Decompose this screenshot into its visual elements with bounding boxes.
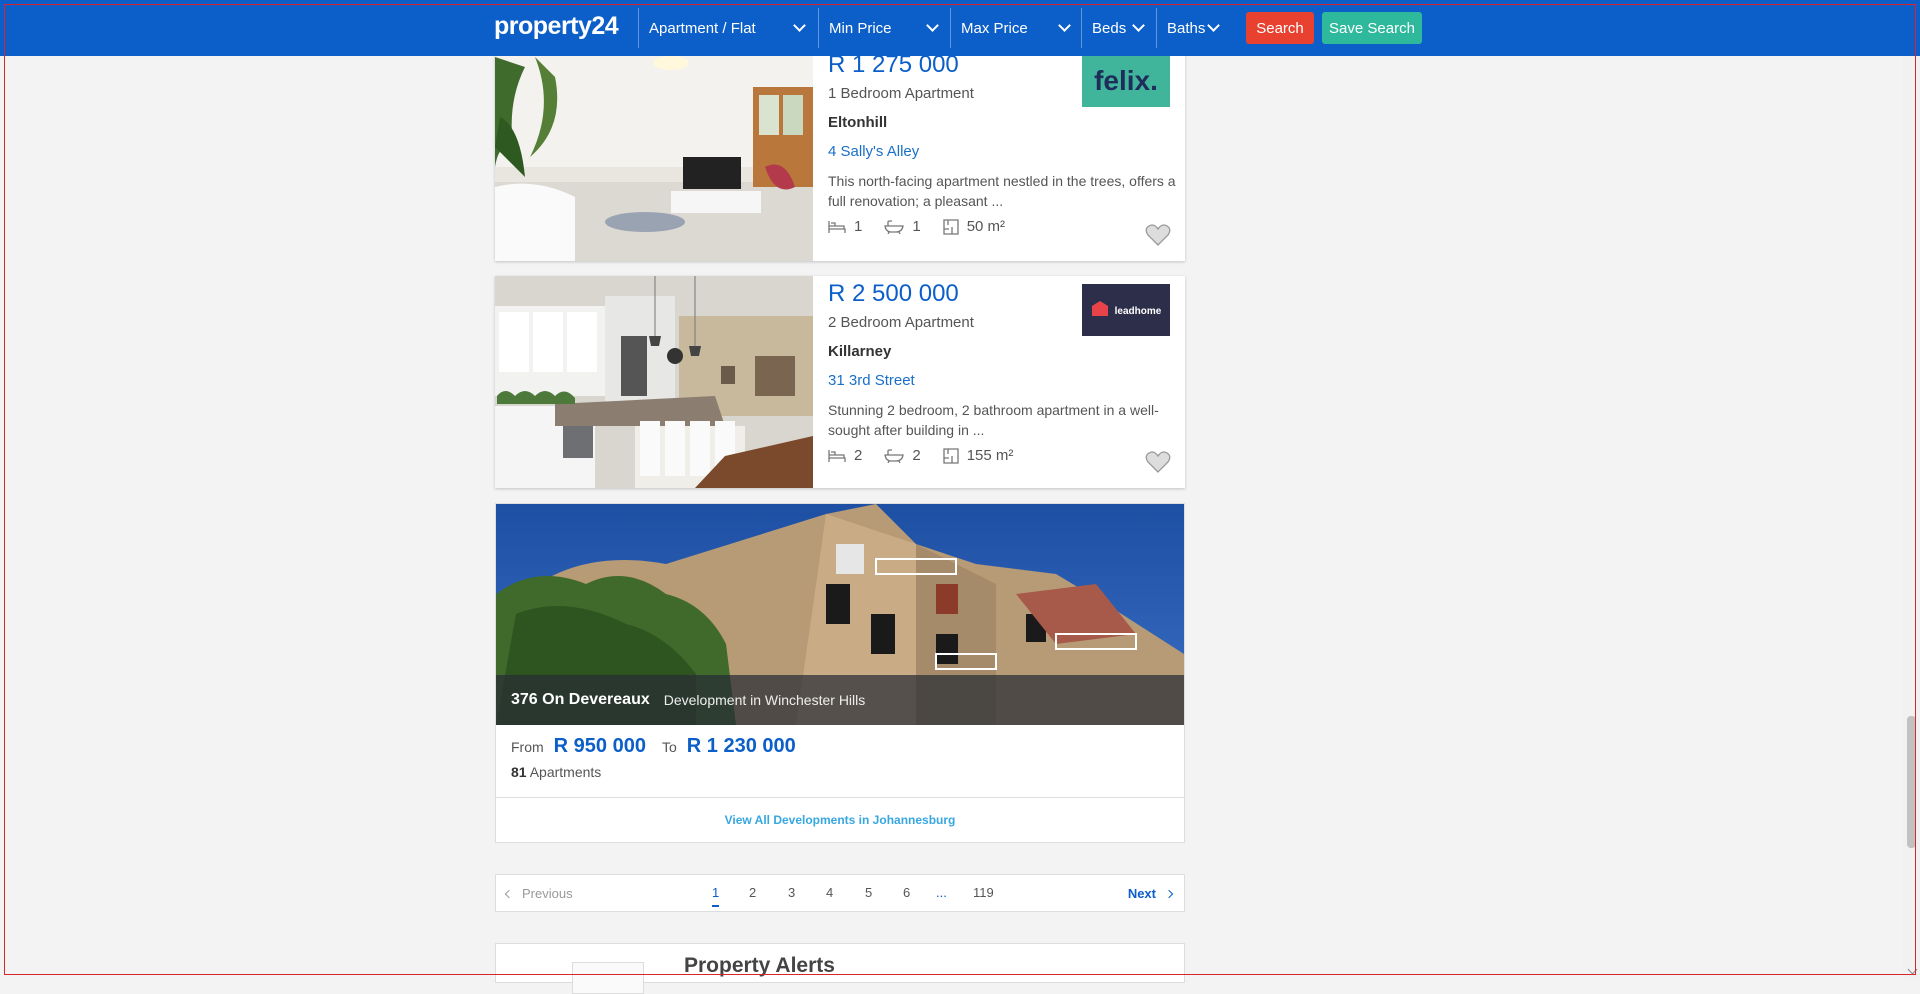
baths-value: Baths bbox=[1167, 19, 1206, 37]
listing-suburb: Killarney bbox=[828, 343, 892, 360]
listing-photo[interactable] bbox=[495, 47, 813, 261]
floor-size-icon bbox=[943, 218, 959, 235]
chevron-down-icon bbox=[926, 19, 939, 32]
listing-description: Stunning 2 bedroom, 2 bathroom apartment… bbox=[828, 402, 1159, 438]
development-name[interactable]: 376 On Devereaux bbox=[511, 691, 650, 709]
to-price: R 1 230 000 bbox=[686, 735, 796, 757]
listing-features: 2 2 155 m² bbox=[828, 447, 1035, 464]
bedroom-count: 2 bbox=[854, 447, 863, 464]
to-label: To bbox=[661, 739, 677, 755]
bedrooms-feature: 1 bbox=[828, 218, 862, 235]
development-subtitle: Development in Winchester Hills bbox=[663, 692, 866, 708]
svg-text:felix.: felix. bbox=[1094, 65, 1158, 96]
property-type-value: Apartment / Flat bbox=[649, 19, 756, 37]
listing-description: This north-facing apartment nestled in t… bbox=[828, 173, 1176, 209]
listing-street[interactable]: 4 Sally's Alley bbox=[828, 143, 919, 160]
agency-logo-leadhome[interactable]: leadhome bbox=[1082, 284, 1170, 336]
chevron-down-icon bbox=[793, 19, 806, 32]
page-link[interactable]: 5 bbox=[865, 885, 872, 900]
listing-price[interactable]: R 2 500 000 bbox=[828, 280, 959, 308]
development-photo[interactable]: 376 On Devereaux Development in Winchest… bbox=[496, 504, 1184, 725]
page-ellipsis: ... bbox=[936, 885, 947, 900]
chevron-right-icon bbox=[1164, 889, 1174, 898]
unit-label: Apartments bbox=[529, 764, 602, 780]
from-label: From bbox=[511, 739, 544, 755]
bedrooms-feature: 2 bbox=[828, 447, 862, 464]
listing-card[interactable]: R 2 500 000 2 Bedroom Apartment Killarne… bbox=[495, 276, 1185, 488]
listing-info: R 2 500 000 2 Bedroom Apartment Killarne… bbox=[828, 276, 1185, 488]
property-alerts-panel: Property Alerts bbox=[495, 943, 1185, 994]
chevron-down-icon bbox=[1132, 19, 1145, 32]
listing-suburb: Eltonhill bbox=[828, 114, 888, 131]
floor-size: 50 m² bbox=[966, 218, 1006, 235]
page-link[interactable]: 1 bbox=[712, 885, 720, 907]
listing-photo[interactable] bbox=[495, 276, 813, 488]
bathroom-count: 2 bbox=[912, 447, 921, 464]
bath-icon bbox=[884, 448, 905, 463]
unit-count: 81 bbox=[511, 764, 527, 780]
property-type-dropdown[interactable]: Apartment / Flat bbox=[638, 8, 816, 48]
listing-info: R 1 275 000 1 Bedroom Apartment Eltonhil… bbox=[828, 47, 1185, 261]
development-card[interactable]: 376 On Devereaux Development in Winchest… bbox=[495, 503, 1185, 843]
bathrooms-feature: 1 bbox=[884, 218, 921, 235]
next-label: Next bbox=[1127, 886, 1156, 901]
scroll-down-icon[interactable] bbox=[1907, 964, 1918, 975]
page-scrollbar[interactable] bbox=[1903, 0, 1920, 979]
listing-type: 1 Bedroom Apartment bbox=[828, 85, 974, 102]
floor-size-feature: 155 m² bbox=[943, 447, 1014, 464]
bathrooms-feature: 2 bbox=[884, 447, 921, 464]
chevron-down-icon bbox=[1058, 19, 1071, 32]
favourite-heart-icon[interactable] bbox=[1145, 223, 1171, 247]
bedroom-count: 1 bbox=[854, 218, 863, 235]
beds-dropdown[interactable]: Beds bbox=[1081, 8, 1155, 48]
floor-size-feature: 50 m² bbox=[943, 218, 1005, 235]
view-all-developments-link[interactable]: View All Developments in Johannesburg bbox=[725, 813, 956, 827]
min-price-dropdown[interactable]: Min Price bbox=[818, 8, 949, 48]
baths-dropdown[interactable]: Baths bbox=[1156, 8, 1230, 48]
scrollbar-thumb[interactable] bbox=[1907, 716, 1916, 848]
min-price-value: Min Price bbox=[829, 19, 892, 37]
listing-card[interactable]: R 1 275 000 1 Bedroom Apartment Eltonhil… bbox=[495, 47, 1185, 261]
page-link[interactable]: 3 bbox=[788, 885, 795, 900]
chevron-down-icon bbox=[1207, 19, 1220, 32]
svg-text:leadhome: leadhome bbox=[1115, 306, 1162, 317]
top-search-bar: property24 Apartment / Flat Min Price Ma… bbox=[0, 0, 1920, 56]
bed-icon bbox=[828, 220, 846, 233]
property-alerts-title: Property Alerts bbox=[684, 954, 835, 977]
bath-icon bbox=[884, 219, 905, 234]
page-link[interactable]: 2 bbox=[749, 885, 756, 900]
floor-size: 155 m² bbox=[966, 447, 1014, 464]
previous-label: Previous bbox=[522, 886, 573, 901]
listing-street[interactable]: 31 3rd Street bbox=[828, 372, 915, 389]
view-all-row: View All Developments in Johannesburg bbox=[496, 797, 1184, 842]
listing-type: 2 Bedroom Apartment bbox=[828, 314, 974, 331]
max-price-value: Max Price bbox=[961, 19, 1028, 37]
development-caption: 376 On Devereaux Development in Winchest… bbox=[496, 675, 1184, 725]
agency-logo-felix[interactable]: felix. bbox=[1082, 55, 1170, 107]
save-search-button[interactable]: Save Search bbox=[1322, 12, 1422, 44]
previous-page-button[interactable]: Previous bbox=[504, 886, 573, 901]
favourite-heart-icon[interactable] bbox=[1145, 450, 1171, 474]
page-link-last[interactable]: 119 bbox=[973, 885, 994, 900]
page-link[interactable]: 6 bbox=[903, 885, 910, 900]
page-link[interactable]: 4 bbox=[826, 885, 833, 900]
beds-value: Beds bbox=[1092, 19, 1127, 37]
development-units: 81 Apartments bbox=[511, 764, 601, 780]
bathroom-count: 1 bbox=[912, 218, 921, 235]
pagination: Previous 1 2 3 4 5 6 ... 119 Next bbox=[495, 874, 1185, 912]
alerts-illustration bbox=[572, 962, 644, 994]
chevron-left-icon bbox=[504, 889, 514, 898]
site-logo[interactable]: property24 bbox=[494, 12, 619, 41]
search-button[interactable]: Search bbox=[1246, 12, 1314, 44]
development-price-range: From R 950 000 To R 1 230 000 bbox=[511, 735, 812, 758]
listing-features: 1 1 50 m² bbox=[828, 218, 1027, 235]
next-page-button[interactable]: Next bbox=[1127, 886, 1174, 901]
from-price: R 950 000 bbox=[553, 735, 646, 757]
bed-icon bbox=[828, 449, 846, 462]
max-price-dropdown[interactable]: Max Price bbox=[950, 8, 1081, 48]
floor-size-icon bbox=[943, 447, 959, 464]
